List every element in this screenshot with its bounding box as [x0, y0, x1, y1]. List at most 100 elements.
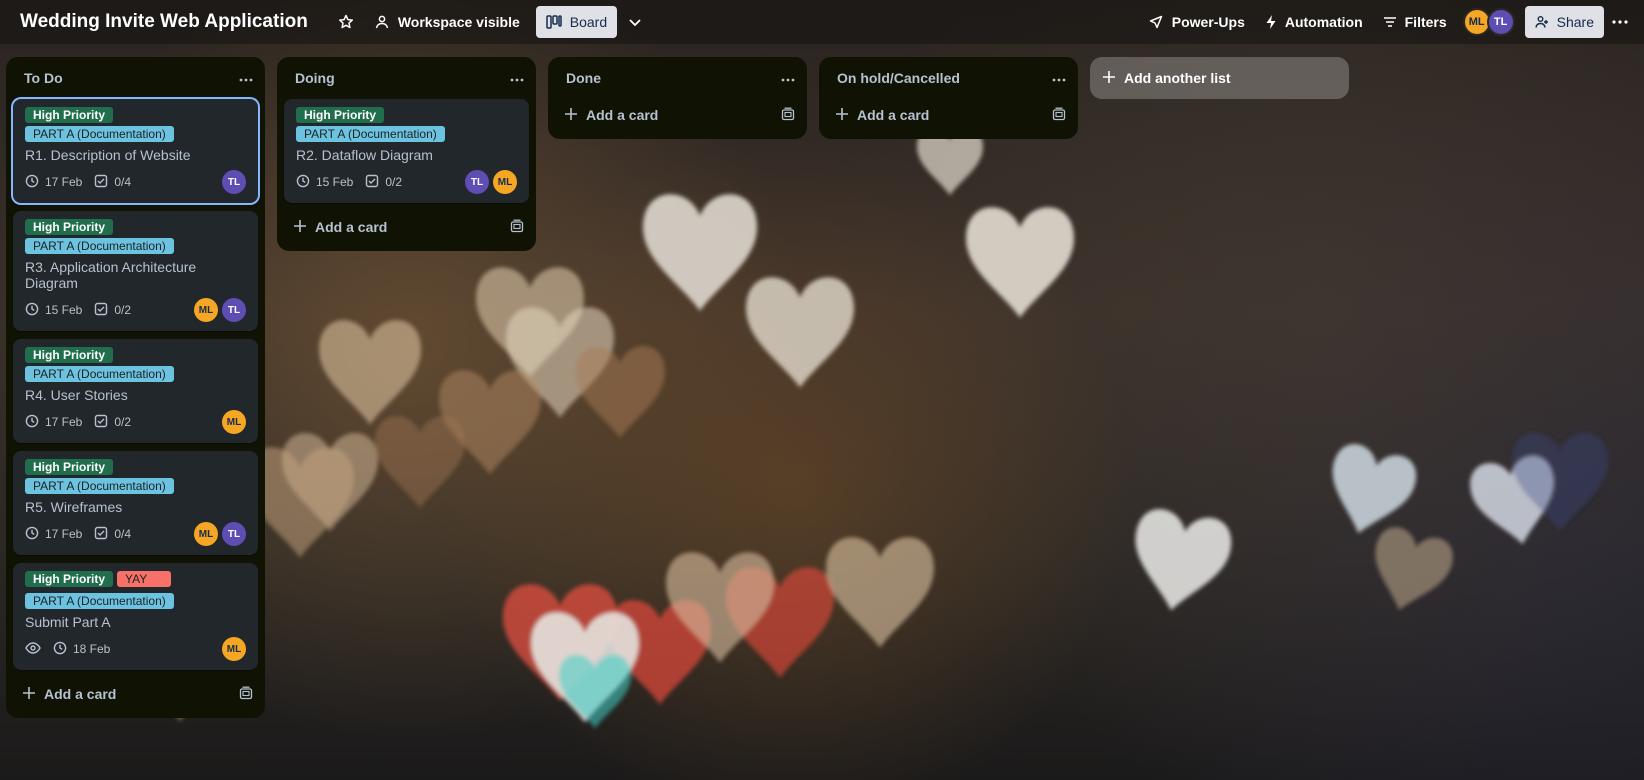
card-members: ML TL	[194, 298, 246, 322]
list-menu-button[interactable]	[239, 69, 253, 87]
template-icon	[781, 107, 795, 124]
create-from-template-button[interactable]	[239, 686, 253, 703]
lightning-icon	[1265, 14, 1277, 30]
board-canvas: To Do High Priority PART A (Documentatio…	[6, 57, 1349, 718]
star-button[interactable]	[328, 6, 364, 38]
due-date-badge[interactable]: 15 Feb	[25, 302, 82, 319]
list-menu-button[interactable]	[510, 69, 524, 87]
template-icon	[239, 686, 253, 703]
add-card-label: Add a card	[315, 219, 388, 235]
avatar[interactable]: ML	[222, 637, 246, 661]
create-from-template-button[interactable]	[510, 219, 524, 236]
label-part-a[interactable]: PART A (Documentation)	[25, 366, 174, 382]
due-date-badge[interactable]: 17 Feb	[25, 174, 82, 191]
list-done: Done Add a card	[548, 57, 807, 139]
add-card-button[interactable]: Add a card	[548, 99, 807, 131]
checklist-icon	[94, 302, 108, 319]
more-icon	[239, 69, 253, 86]
board-members: ML TL	[1462, 8, 1515, 36]
automation-button[interactable]: Automation	[1255, 6, 1373, 38]
due-date-badge[interactable]: 15 Feb	[296, 174, 353, 191]
card-badges: 18 Feb ML	[25, 636, 246, 662]
list-header[interactable]: Done	[548, 57, 807, 99]
label-yay[interactable]: YAY	[117, 571, 172, 587]
label-part-a[interactable]: PART A (Documentation)	[25, 238, 174, 254]
more-icon	[1052, 69, 1066, 86]
share-button[interactable]: Share	[1524, 6, 1604, 38]
checklist-count: 0/2	[114, 415, 132, 429]
share-label: Share	[1556, 14, 1594, 30]
create-from-template-button[interactable]	[781, 107, 795, 124]
list-menu-button[interactable]	[1052, 69, 1066, 87]
avatar[interactable]: TL	[1486, 8, 1515, 36]
checklist-count: 0/2	[114, 303, 132, 317]
list-title[interactable]: On hold/Cancelled	[837, 70, 960, 86]
board-title[interactable]: Wedding Invite Web Application	[20, 11, 308, 33]
checklist-badge: 0/2	[94, 414, 131, 431]
list-title[interactable]: Doing	[295, 70, 335, 86]
avatar[interactable]: TL	[222, 298, 246, 322]
due-date-badge[interactable]: 18 Feb	[53, 641, 110, 658]
power-ups-button[interactable]: Power-Ups	[1138, 6, 1255, 38]
chevron-down-icon	[627, 14, 643, 30]
card-labels: High Priority PART A (Documentation)	[25, 459, 246, 494]
clock-icon	[53, 641, 67, 658]
view-switcher-button[interactable]	[617, 6, 653, 38]
filter-icon	[1383, 15, 1397, 29]
due-date-badge[interactable]: 17 Feb	[25, 414, 82, 431]
avatar[interactable]: TL	[222, 170, 246, 194]
list-header[interactable]: Doing	[277, 57, 536, 99]
label-high-priority[interactable]: High Priority	[25, 459, 114, 475]
filters-button[interactable]: Filters	[1373, 6, 1457, 38]
card[interactable]: High Priority PART A (Documentation) R4.…	[13, 339, 258, 443]
label-part-a[interactable]: PART A (Documentation)	[25, 126, 174, 142]
board-view-tab[interactable]: Board	[535, 6, 618, 38]
label-part-a[interactable]: PART A (Documentation)	[25, 478, 174, 494]
list-menu-button[interactable]	[781, 69, 795, 87]
card[interactable]: High Priority YAY PART A (Documentation)…	[13, 563, 258, 670]
template-icon	[1052, 107, 1066, 124]
card[interactable]: High Priority PART A (Documentation) R2.…	[284, 99, 529, 203]
avatar[interactable]: ML	[194, 298, 218, 322]
due-date-badge[interactable]: 17 Feb	[25, 526, 82, 543]
avatar[interactable]: TL	[222, 522, 246, 546]
add-card-label: Add a card	[586, 107, 659, 123]
add-card-button[interactable]: Add a card	[819, 99, 1078, 131]
avatar[interactable]: TL	[465, 170, 489, 194]
avatar[interactable]: ML	[222, 410, 246, 434]
visibility-button[interactable]: Workspace visible	[364, 6, 530, 38]
card-badges: 17 Feb 0/2 ML	[25, 409, 246, 435]
create-from-template-button[interactable]	[1052, 107, 1066, 124]
clock-icon	[296, 174, 310, 191]
due-date: 15 Feb	[316, 175, 354, 189]
card[interactable]: High Priority PART A (Documentation) R1.…	[13, 99, 258, 203]
add-list-label: Add another list	[1124, 70, 1231, 86]
label-part-a[interactable]: PART A (Documentation)	[296, 126, 445, 142]
add-list-button[interactable]: Add another list	[1090, 57, 1349, 99]
add-card-button[interactable]: Add a card	[277, 211, 536, 243]
list-header[interactable]: On hold/Cancelled	[819, 57, 1078, 99]
avatar[interactable]: ML	[493, 170, 517, 194]
card-list: High Priority PART A (Documentation) R2.…	[277, 99, 536, 203]
more-icon	[781, 69, 795, 86]
due-date: 17 Feb	[45, 175, 83, 189]
card-members: ML	[222, 637, 246, 661]
list-title[interactable]: To Do	[24, 70, 63, 86]
add-card-button[interactable]: Add a card	[6, 678, 265, 710]
list-title[interactable]: Done	[566, 70, 601, 86]
card-title: R1. Description of Website	[25, 147, 191, 163]
label-high-priority[interactable]: High Priority	[25, 347, 114, 363]
list-header[interactable]: To Do	[6, 57, 265, 99]
label-part-a[interactable]: PART A (Documentation)	[25, 593, 174, 609]
avatar[interactable]: ML	[194, 522, 218, 546]
card[interactable]: High Priority PART A (Documentation) R3.…	[13, 211, 258, 331]
card[interactable]: High Priority PART A (Documentation) R5.…	[13, 451, 258, 555]
label-high-priority[interactable]: High Priority	[296, 107, 385, 123]
label-high-priority[interactable]: High Priority	[25, 219, 114, 235]
board-menu-button[interactable]	[1604, 6, 1636, 38]
label-high-priority[interactable]: High Priority	[25, 107, 114, 123]
clock-icon	[25, 414, 39, 431]
list-doing: Doing High Priority PART A (Documentatio…	[277, 57, 536, 251]
label-high-priority[interactable]: High Priority	[25, 571, 114, 587]
due-date: 18 Feb	[73, 642, 111, 656]
